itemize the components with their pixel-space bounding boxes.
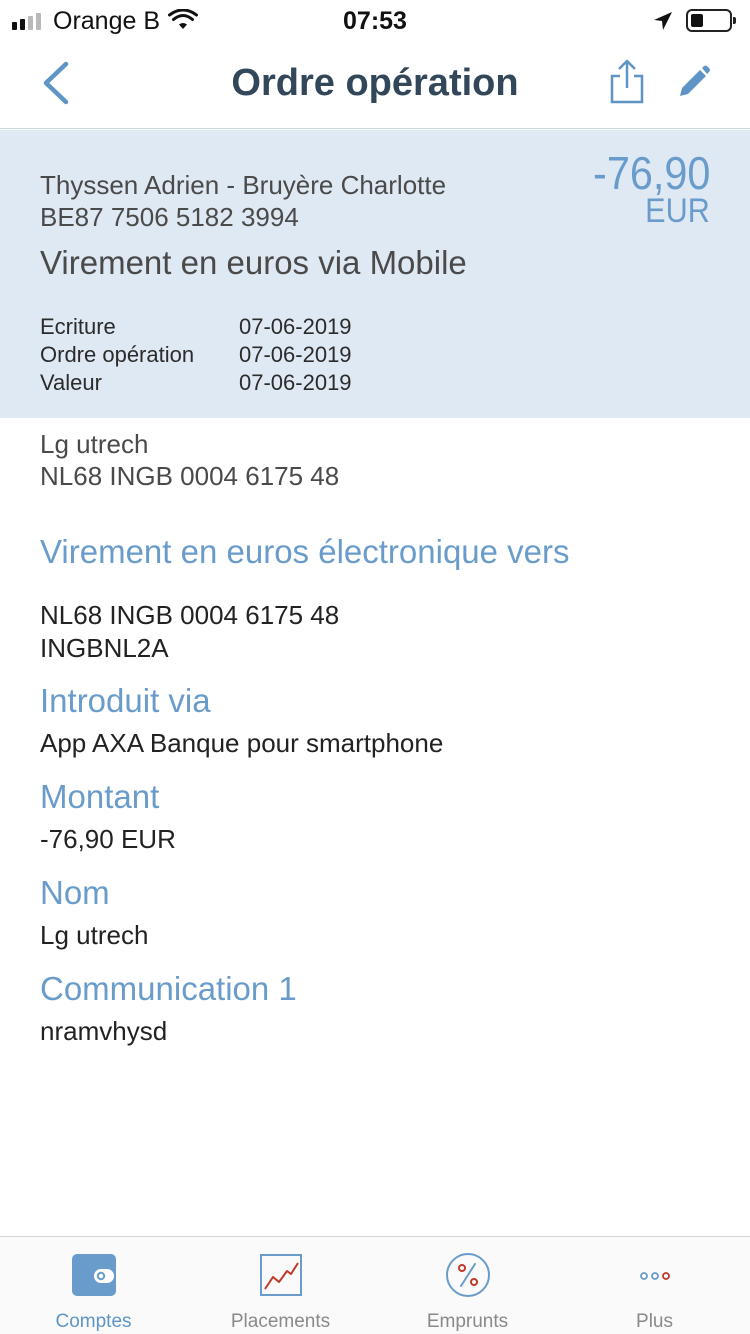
- account-iban: BE87 7506 5182 3994: [40, 202, 299, 232]
- date-value: 07-06-2019: [239, 314, 352, 339]
- date-list: Ecriture 07-06-2019 Ordre opération 07-0…: [40, 314, 352, 398]
- more-dots-icon: [639, 1272, 670, 1280]
- status-time: 07:53: [343, 7, 407, 35]
- counterparty-name: Lg utrech: [40, 429, 149, 459]
- location-arrow-icon: [654, 12, 672, 30]
- date-label: Ordre opération: [40, 342, 195, 367]
- date-value: 07-06-2019: [239, 342, 352, 367]
- via-heading: Introduit via: [40, 682, 211, 719]
- tab-plus[interactable]: Plus: [561, 1237, 748, 1334]
- transfer-bic: INGBNL2A: [40, 633, 169, 663]
- operation-type: Virement en euros via Mobile: [40, 244, 467, 281]
- transfer-iban: NL68 INGB 0004 6175 48: [40, 600, 340, 630]
- wallet-icon: [71, 1254, 116, 1296]
- chart-icon: [259, 1254, 302, 1296]
- tab-label: Plus: [636, 1311, 673, 1332]
- amount-value: -76,90 EUR: [40, 824, 176, 854]
- tab-comptes[interactable]: Comptes: [0, 1237, 187, 1334]
- date-value: 07-06-2019: [239, 370, 352, 395]
- date-row-ecriture: Ecriture 07-06-2019: [40, 314, 352, 342]
- via-value: App AXA Banque pour smartphone: [40, 728, 444, 758]
- share-icon[interactable]: [606, 58, 648, 108]
- date-label: Valeur: [40, 370, 102, 395]
- battery-icon: [686, 9, 736, 32]
- date-row-ordre-operation: Ordre opération 07-06-2019: [40, 342, 352, 370]
- percent-icon: [445, 1253, 490, 1297]
- tab-placements[interactable]: Placements: [187, 1237, 374, 1334]
- date-row-valeur: Valeur 07-06-2019: [40, 370, 352, 398]
- transfer-heading: Virement en euros électronique vers: [40, 533, 570, 570]
- navigation-bar: Ordre opération: [0, 40, 750, 129]
- communication-heading: Communication 1: [40, 970, 297, 1007]
- date-label: Ecriture: [40, 314, 116, 339]
- transaction-currency: EUR: [645, 192, 710, 230]
- counterparty-iban: NL68 INGB 0004 6175 48: [40, 461, 340, 491]
- tab-bar: Comptes Placements Emprunts Plus: [0, 1236, 750, 1334]
- name-value: Lg utrech: [40, 920, 149, 950]
- communication-value: nramvhysd: [40, 1016, 168, 1046]
- amount-heading: Montant: [40, 778, 160, 815]
- transaction-summary: Thyssen Adrien - Bruyère Charlotte BE87 …: [0, 130, 750, 418]
- account-holder: Thyssen Adrien - Bruyère Charlotte: [40, 170, 447, 200]
- status-bar: Orange B 07:53: [0, 0, 750, 40]
- tab-emprunts[interactable]: Emprunts: [374, 1237, 561, 1334]
- tab-label: Emprunts: [426, 1311, 509, 1332]
- name-heading: Nom: [40, 874, 110, 911]
- edit-pencil-icon[interactable]: [672, 62, 714, 104]
- tab-label: Placements: [230, 1311, 331, 1332]
- tab-label: Comptes: [55, 1311, 132, 1332]
